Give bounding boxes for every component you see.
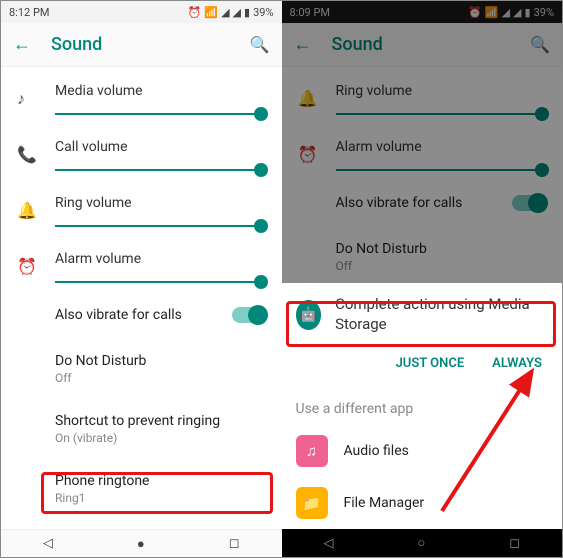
- media-storage-icon: 🤖: [296, 300, 322, 330]
- volume-icon: ⏰: [17, 257, 37, 276]
- volume-slider-row: ♪ Media volume: [55, 67, 266, 123]
- setting-title: Phone ringtone: [55, 473, 266, 489]
- battery-text: 39%: [253, 6, 273, 19]
- volume-slider-row: 📞 Call volume: [55, 123, 266, 179]
- sheet-buttons: JUST ONCE ALWAYS: [282, 346, 563, 385]
- volume-slider-row: ⏰ Alarm volume: [55, 235, 266, 291]
- setting-subtitle: Ring1: [55, 491, 266, 505]
- nav-home[interactable]: ●: [137, 536, 145, 552]
- volume-slider[interactable]: [55, 105, 266, 123]
- back-button[interactable]: ←: [13, 34, 31, 55]
- signal-icon: ◢: [233, 6, 241, 19]
- setting-title: Do Not Disturb: [55, 353, 266, 369]
- app-icon: 📁: [296, 487, 328, 519]
- content-area: ♪ Media volume 📞 Call volume 🔔 Ring volu…: [1, 67, 282, 519]
- app-option[interactable]: 📁 File Manager: [282, 477, 563, 529]
- app-bar: ← Sound 🔍: [1, 23, 282, 67]
- volume-icon: 🔔: [17, 201, 37, 220]
- nav-recent[interactable]: ◻: [229, 536, 240, 551]
- sheet-primary-option[interactable]: 🤖 Complete action using Media Storage: [282, 283, 563, 346]
- screen-left: 8:12 PM ⏰ 📶 ◢ ◢ ▮ 39% ← Sound 🔍 ♪ Media …: [1, 1, 282, 557]
- setting-title: Shortcut to prevent ringing: [55, 413, 266, 429]
- setting-row[interactable]: Shortcut to prevent ringing On (vibrate): [55, 399, 266, 459]
- sheet-title: Complete action using Media Storage: [335, 295, 548, 334]
- slider-label: Ring volume: [55, 195, 266, 211]
- volume-slider-row: 🔔 Ring volume: [55, 179, 266, 235]
- app-option[interactable]: ♫ Audio files: [282, 425, 563, 477]
- screen-right: 8:09 PM ⏰ 📶 ◢ ◢ ▮ 39% ← Sound 🔍 🔔 Ring v…: [282, 1, 563, 557]
- volume-slider[interactable]: [55, 217, 266, 235]
- slider-label: Media volume: [55, 83, 266, 99]
- toggle-label: Also vibrate for calls: [55, 307, 182, 323]
- signal-icon: ◢: [221, 6, 229, 19]
- setting-subtitle: Off: [55, 371, 266, 385]
- vibrate-toggle-row[interactable]: Also vibrate for calls: [55, 291, 266, 339]
- setting-row[interactable]: Do Not Disturb Off: [55, 339, 266, 399]
- toggle-switch[interactable]: [232, 307, 266, 323]
- search-button[interactable]: 🔍: [250, 35, 270, 54]
- volume-icon: 📞: [17, 145, 37, 164]
- status-bar: 8:12 PM ⏰ 📶 ◢ ◢ ▮ 39%: [1, 1, 282, 23]
- wifi-icon: 📶: [204, 6, 218, 19]
- app-name: File Manager: [344, 495, 425, 511]
- nav-back[interactable]: ◁: [43, 536, 53, 551]
- just-once-button[interactable]: JUST ONCE: [396, 356, 465, 371]
- always-button[interactable]: ALWAYS: [492, 356, 542, 371]
- different-app-label: Use a different app: [282, 385, 563, 425]
- app-name: Audio files: [344, 443, 409, 459]
- setting-subtitle: On (vibrate): [55, 431, 266, 445]
- nav-bar: ◁ ● ◻: [1, 529, 282, 557]
- app-icon: ♫: [296, 435, 328, 467]
- setting-row[interactable]: Phone ringtone Ring1: [55, 459, 266, 519]
- volume-icon: ♪: [17, 89, 25, 109]
- slider-label: Call volume: [55, 139, 266, 155]
- intent-chooser-sheet: 🤖 Complete action using Media Storage JU…: [282, 283, 563, 529]
- alarm-icon: ⏰: [188, 6, 202, 19]
- page-title: Sound: [51, 34, 102, 55]
- status-icons: ⏰ 📶 ◢ ◢ ▮ 39%: [188, 6, 274, 19]
- volume-slider[interactable]: [55, 273, 266, 291]
- status-time: 8:12 PM: [9, 6, 49, 19]
- slider-label: Alarm volume: [55, 251, 266, 267]
- battery-icon: ▮: [244, 6, 250, 19]
- volume-slider[interactable]: [55, 161, 266, 179]
